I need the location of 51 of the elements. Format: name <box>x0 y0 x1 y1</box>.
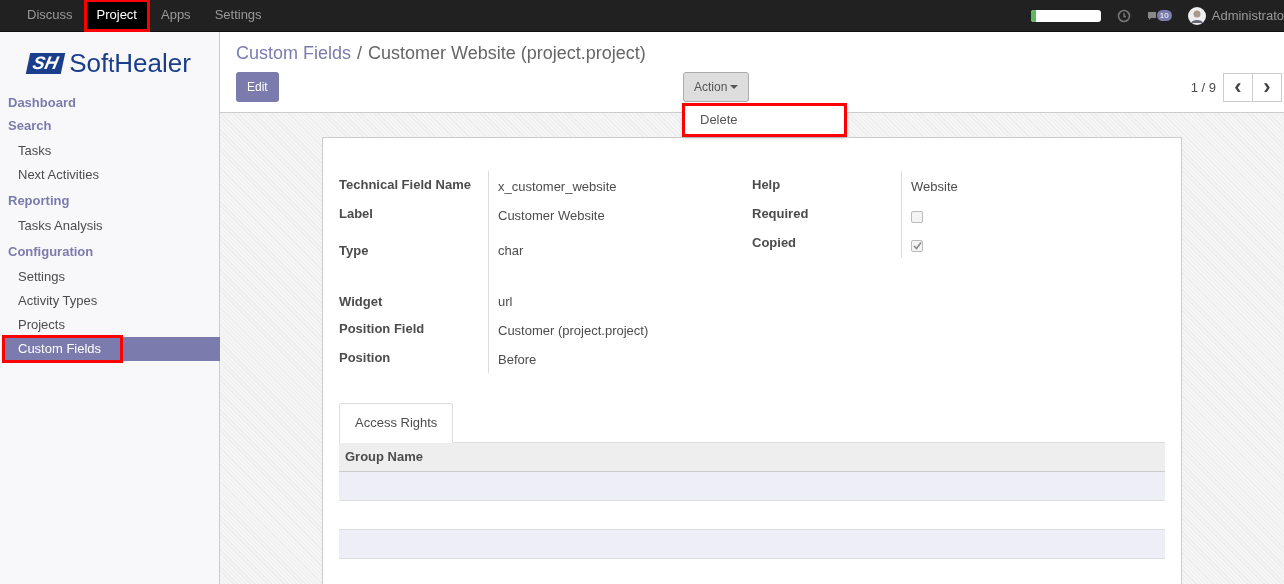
sidebar-item[interactable]: Settings <box>0 265 219 289</box>
message-count: 10 <box>1156 10 1172 21</box>
field-label: Label <box>339 200 489 229</box>
sidebar-item[interactable]: Next Activities <box>0 163 219 187</box>
clock-icon[interactable] <box>1116 8 1131 23</box>
avatar-icon[interactable] <box>1187 6 1206 25</box>
pager-text: 1 / 9 <box>1190 79 1216 95</box>
user-name[interactable]: Administrato <box>1211 8 1284 23</box>
section-heading[interactable]: Reporting <box>0 192 219 210</box>
breadcrumb-separator: / <box>357 43 363 64</box>
field-value: Before <box>497 351 538 369</box>
breadcrumb-current: Customer Website (project.project) <box>368 43 646 64</box>
section-heading[interactable]: Configuration <box>0 243 219 261</box>
field-label: Type <box>339 229 489 264</box>
checkbox[interactable] <box>911 210 923 223</box>
menu-item[interactable]: Settings <box>202 0 274 31</box>
breadcrumb-link[interactable]: Custom Fields <box>236 43 352 64</box>
edit-button[interactable]: Edit <box>236 72 279 102</box>
section-heading[interactable]: Dashboard <box>0 94 219 112</box>
tab[interactable]: Access Rights <box>339 403 454 443</box>
field-label: Technical Field Name <box>339 171 489 200</box>
sidebar-item[interactable]: Projects <box>0 313 219 337</box>
previous-button[interactable]: ‹ <box>1223 72 1253 102</box>
next-button[interactable]: › <box>1252 72 1282 102</box>
menu-item[interactable]: Apps <box>149 0 203 31</box>
field-value: Customer Website <box>497 207 606 225</box>
caret-icon <box>730 84 739 90</box>
action-button[interactable]: Action <box>683 72 750 102</box>
field-label: Position Field <box>339 315 489 344</box>
field-value: x_customer_website <box>497 178 618 196</box>
sidebar-item[interactable]: Activity Types <box>0 289 219 313</box>
sidebar-item[interactable]: Tasks Analysis <box>0 214 219 238</box>
logo-text: SoftHealer <box>69 47 191 79</box>
column-header[interactable]: Group Name <box>339 443 1165 471</box>
field-value: url <box>497 293 514 311</box>
menu-item[interactable]: Discuss <box>15 0 85 31</box>
logo-mark: SH <box>25 52 66 74</box>
checkbox[interactable] <box>911 239 923 252</box>
menu-item[interactable]: Project <box>84 0 149 31</box>
field-value: char <box>497 242 525 260</box>
field-label: Position <box>339 344 489 373</box>
field-label: Help <box>752 171 902 200</box>
menu-item[interactable]: Delete <box>683 104 846 136</box>
sidebar-item[interactable]: Tasks <box>0 139 219 163</box>
chat-icon[interactable] <box>1146 10 1157 21</box>
field-value: Website <box>911 179 958 194</box>
field-value: Customer (project.project) <box>497 322 650 340</box>
section-heading[interactable]: Search <box>0 117 219 135</box>
field-label: Required <box>752 200 902 229</box>
field-label: Copied <box>752 229 902 258</box>
field-label: Widget <box>339 264 489 315</box>
